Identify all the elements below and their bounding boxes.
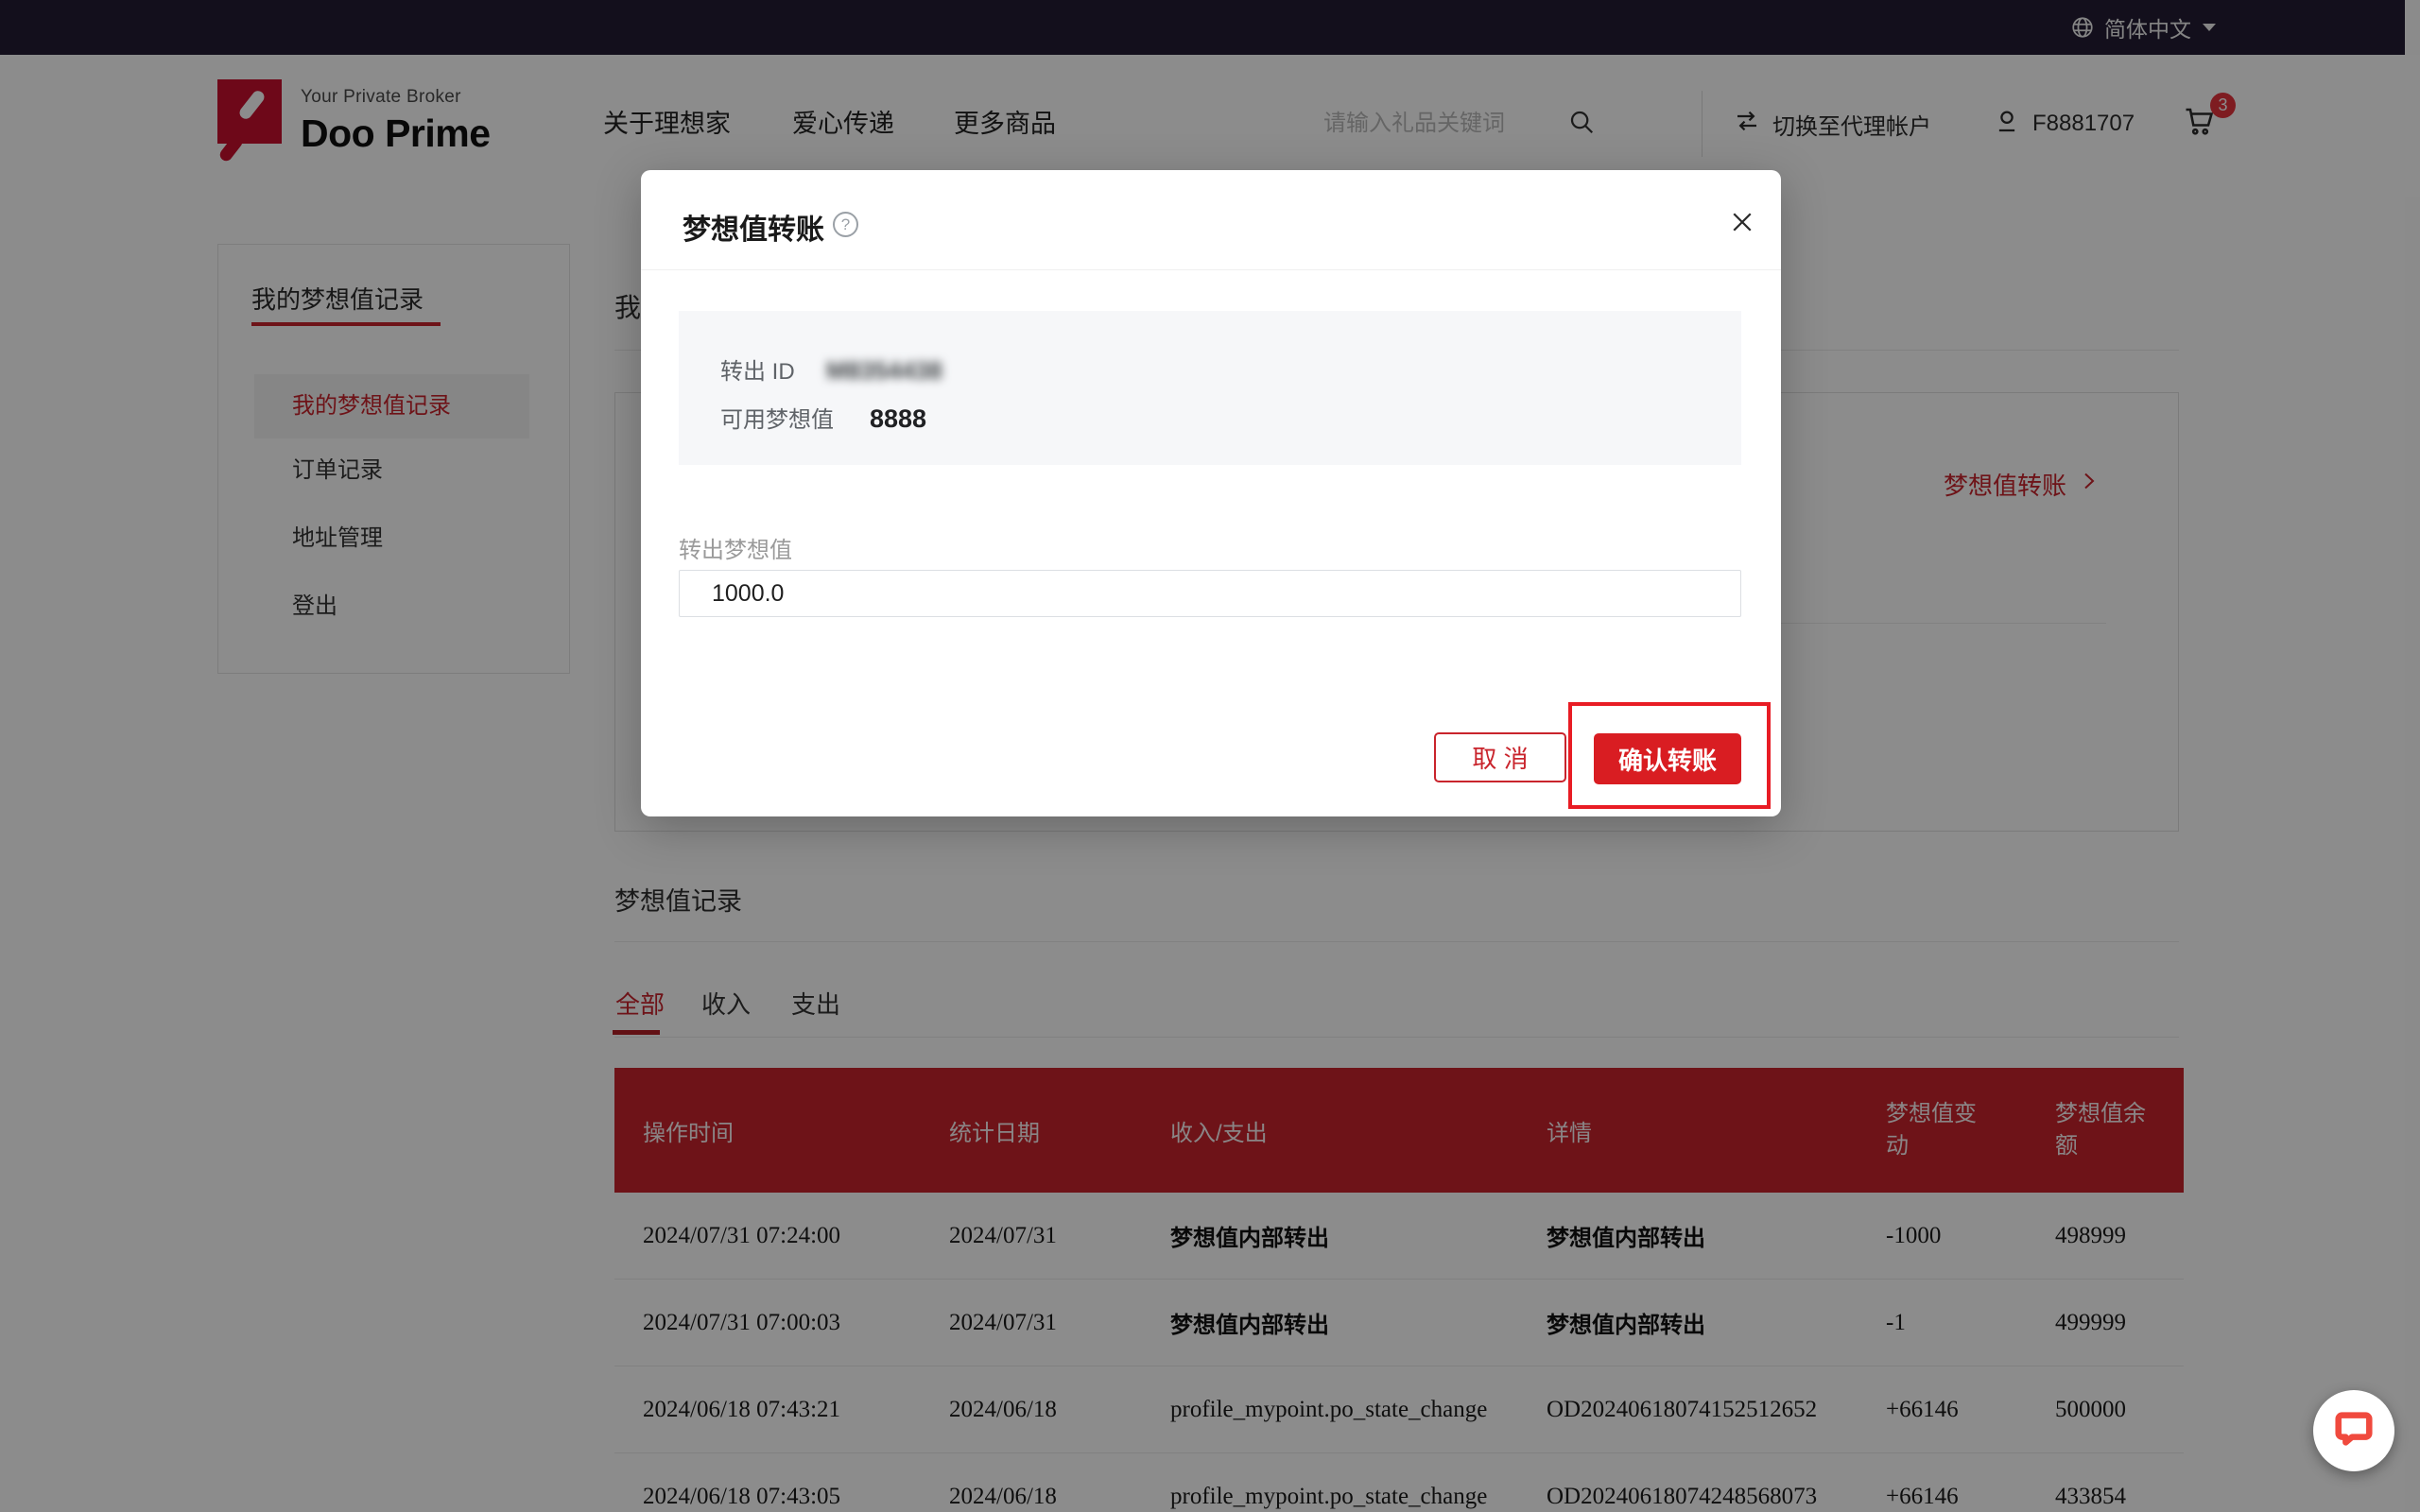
cancel-button[interactable]: 取 消 [1434, 732, 1566, 782]
transfer-info-box: 转出 ID M8354438 可用梦想值 8888 [679, 311, 1741, 465]
modal-header-divider [641, 269, 1781, 270]
question-circle-icon[interactable]: ? [833, 212, 858, 237]
transfer-amount-label: 转出梦想值 [679, 531, 792, 564]
live-chat-button[interactable] [2313, 1390, 2394, 1471]
close-icon[interactable] [1726, 206, 1758, 238]
available-dream-value-label: 可用梦想值 [720, 401, 870, 434]
speech-bubble-icon [2332, 1407, 2376, 1455]
transfer-amount-input[interactable] [679, 570, 1741, 617]
modal-title: 梦想值转账 [683, 206, 824, 248]
transfer-out-id-label: 转出 ID [720, 352, 826, 386]
available-dream-value: 8888 [870, 404, 926, 434]
annotation-highlight-box [1568, 702, 1771, 809]
screen: 简体中文 Your Private Broker Doo Prime 关于理想家… [0, 0, 2420, 1512]
transfer-out-id-value-blurred: M8354438 [826, 356, 942, 386]
